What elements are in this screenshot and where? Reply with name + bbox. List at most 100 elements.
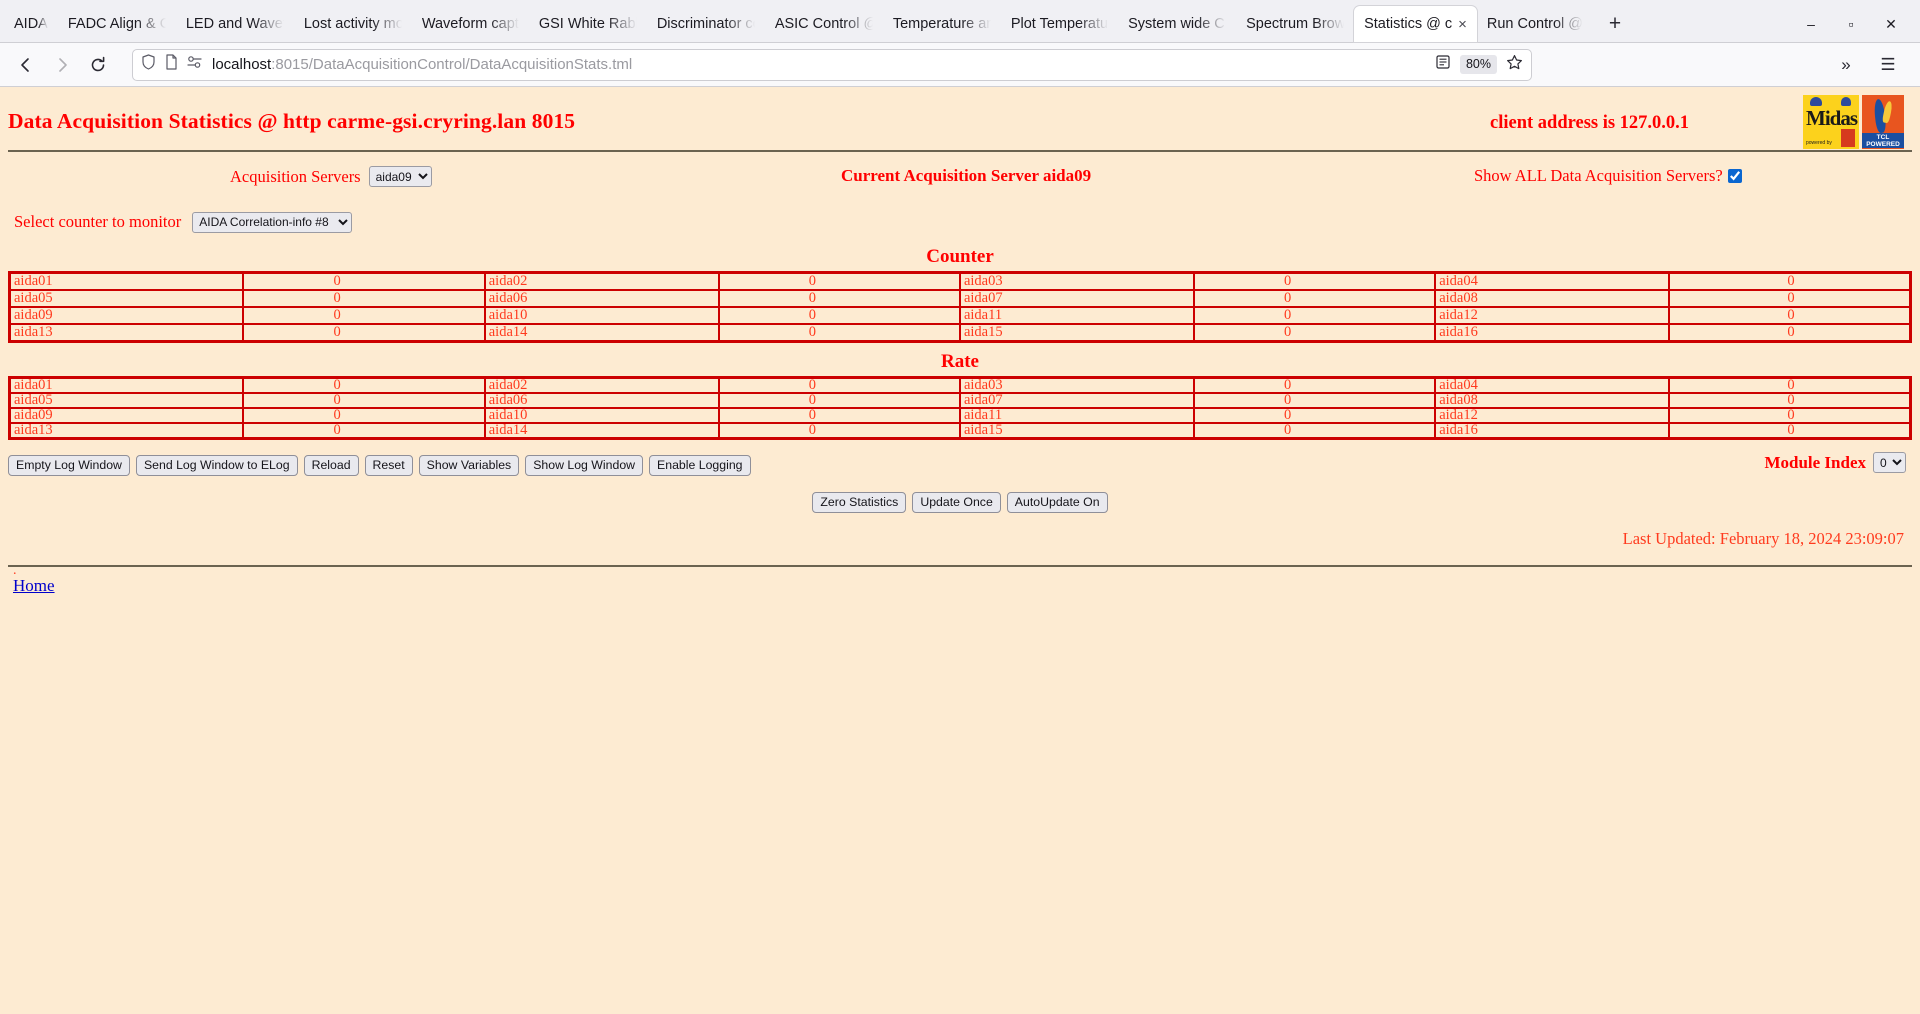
server-value-cell: 0 [1192,392,1437,409]
server-value-cell: 0 [1668,271,1912,291]
page-viewport: Data Acquisition Statistics @ http carme… [0,87,1920,1014]
tab-label: System wide Ch [1128,16,1227,32]
permissions-icon[interactable] [187,55,203,74]
button-update-once[interactable]: Update Once [912,492,1001,513]
browser-tab[interactable]: ASIC Control @ [765,6,883,42]
button-send-log-window-to-elog[interactable]: Send Log Window to ELog [135,454,298,476]
server-name-cell: aida10 [483,306,720,325]
server-name-cell: aida12 [1434,306,1671,325]
server-name-cell: aida01 [8,271,245,291]
button-show-log-window[interactable]: Show Log Window [525,454,644,476]
log-button-row: Empty Log Window Send Log Window to ELog R… [8,452,1912,478]
server-name-cell: aida09 [8,306,245,325]
server-value-cell: 0 [1668,407,1912,424]
counter-select-row: Select counter to monitor AIDA Correlati… [8,206,1912,238]
server-name-cell: aida12 [1434,407,1671,424]
button-enable-logging[interactable]: Enable Logging [649,454,751,476]
page-document-icon[interactable] [165,54,178,75]
new-tab-button[interactable]: + [1599,8,1631,40]
current-server-label: Current Acquisition Server aida09 [841,166,1092,185]
button-show-variables[interactable]: Show Variables [418,454,520,476]
server-value-cell: 0 [1192,271,1437,291]
show-all-servers-group: Show ALL Data Acquisition Servers? [1474,166,1742,186]
server-value-cell: 0 [242,376,486,394]
server-value-cell: 0 [242,271,486,291]
server-name-cell: aida01 [8,376,245,394]
bookmark-star-icon[interactable] [1506,54,1523,76]
overflow-chevrons-icon[interactable]: » [1828,49,1864,81]
window-controls: – ▫ ✕ [1792,6,1916,42]
counter-select[interactable]: AIDA Correlation-info #8 [192,211,353,233]
server-value-cell: 0 [242,323,486,343]
table-row: aida13 0 aida14 0 aida15 0 aida16 0 [8,323,1912,343]
tcl-logo-line2: POWERED [1866,141,1900,148]
last-updated-text: Last Updated: February 18, 2024 23:09:07 [1622,529,1904,548]
tab-label: Temperature an [892,16,991,32]
toolbar-right-group: » ☰ [1828,49,1912,81]
server-value-cell: 0 [242,289,486,308]
url-text[interactable]: localhost:8015/DataAcquisitionControl/Da… [212,56,1426,73]
server-name-cell: aida06 [483,392,720,409]
tab-label: Spectrum Brow [1246,16,1345,32]
module-index-select[interactable]: 0123 [1873,452,1906,473]
home-link[interactable]: Home [8,576,55,595]
header-divider [8,150,1912,152]
button-reload[interactable]: Reload [303,454,359,476]
browser-tab[interactable]: FADC Align & C [58,6,176,42]
browser-tab[interactable]: Spectrum Brow [1236,6,1354,42]
server-name-cell: aida13 [8,323,245,343]
button-autoupdate-on[interactable]: AutoUpdate On [1006,492,1108,513]
server-name-cell: aida09 [8,407,245,424]
forward-icon[interactable] [44,49,80,81]
browser-tab[interactable]: Lost activity mo [294,6,412,42]
browser-tab[interactable]: Plot Temperatu [1001,6,1118,42]
server-value-cell: 0 [242,306,486,325]
tab-label: AIDA [14,16,48,32]
address-bar[interactable]: localhost:8015/DataAcquisitionControl/Da… [132,48,1532,81]
browser-tab[interactable]: AIDA [4,6,58,42]
back-icon[interactable] [8,49,44,81]
server-name-cell: aida13 [8,422,245,440]
server-name-cell: aida02 [483,376,720,394]
button-zero-statistics[interactable]: Zero Statistics [812,492,907,513]
browser-tab-active[interactable]: Statistics @ c × [1354,6,1477,42]
reload-icon[interactable] [80,49,116,81]
tcl-logo-line1: TCL [1876,134,1890,141]
browser-tab[interactable]: LED and Wavef [176,6,294,42]
button-empty-log-window[interactable]: Empty Log Window [8,454,130,476]
server-value-cell: 0 [1192,289,1437,308]
app-menu-icon[interactable]: ☰ [1870,49,1906,81]
reader-mode-icon[interactable] [1435,54,1451,75]
browser-tab[interactable]: System wide Ch [1118,6,1236,42]
browser-tab[interactable]: Run Control @ [1477,6,1593,42]
server-name-cell: aida02 [483,271,720,291]
browser-tab[interactable]: Waveform capt [412,6,529,42]
maximize-button[interactable]: ▫ [1832,8,1870,40]
page-title: Data Acquisition Statistics @ http carme… [8,109,576,133]
tab-close-icon[interactable]: × [1458,17,1467,32]
browser-tab[interactable]: Temperature an [883,6,1001,42]
server-value-cell: 0 [717,323,961,343]
server-value-cell: 0 [717,306,961,325]
minimize-button[interactable]: – [1792,8,1830,40]
server-value-cell: 0 [1668,289,1912,308]
browser-tab[interactable]: GSI White Rabb [529,6,647,42]
zoom-level-badge[interactable]: 80% [1459,55,1497,74]
server-name-cell: aida05 [8,392,245,409]
server-name-cell: aida04 [1434,271,1671,291]
close-window-button[interactable]: ✕ [1872,8,1910,40]
button-reset[interactable]: Reset [364,454,413,476]
server-value-cell: 0 [1192,306,1437,325]
page-content: Data Acquisition Statistics @ http carme… [0,87,1920,596]
page-header: Data Acquisition Statistics @ http carme… [8,87,1912,149]
acquisition-server-select[interactable]: aida01aida02aida03aida04aida05aida06aida… [368,166,432,187]
table-row: aida13 0 aida14 0 aida15 0 aida16 0 [8,422,1912,440]
show-all-servers-label: Show ALL Data Acquisition Servers? [1474,166,1723,185]
tab-label: FADC Align & C [67,16,166,32]
log-buttons-group: Empty Log Window Send Log Window to ELog R… [8,454,751,476]
server-name-cell: aida15 [958,422,1195,440]
browser-tab[interactable]: Discriminator co [647,6,765,42]
shield-icon[interactable] [141,54,156,75]
show-all-servers-checkbox[interactable] [1727,169,1742,183]
select-counter-label: Select counter to monitor [14,212,182,231]
